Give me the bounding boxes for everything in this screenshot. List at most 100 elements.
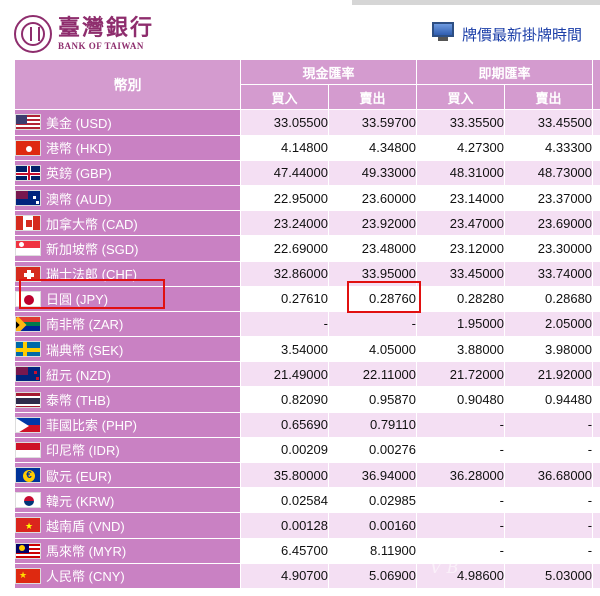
cash-sell-cell: 33.59700	[327, 109, 418, 136]
highlight-box-jpy-cash-sell	[347, 281, 421, 313]
spot-buy-cell: 0.90480	[416, 386, 506, 413]
table-row: 新加坡幣 (SGD) 22.69000 23.48000 23.12000 23.300…	[14, 235, 600, 262]
flag-gb-icon	[15, 164, 41, 181]
spot-sell-cell: 33.74000	[504, 260, 594, 287]
spot-buy-cell: 23.47000	[416, 210, 506, 237]
currency-cell: 澳幣 (AUD)	[14, 184, 241, 212]
spot-sell-cell: 4.33300	[504, 134, 594, 161]
overflow-cell	[592, 109, 600, 136]
overflow-cell	[592, 487, 600, 514]
table-row: 瑞典幣 (SEK) 3.54000 4.05000 3.88000 3.98000	[14, 336, 600, 363]
cash-sell-cell: 0.79110	[327, 411, 418, 438]
overflow-cell	[592, 461, 600, 489]
cash-sell-cell: 0.00276	[327, 436, 418, 464]
currency-name: 英鎊 (GBP)	[46, 166, 112, 182]
spot-buy-cell: -	[416, 436, 506, 464]
currency-cell: 加拿大幣 (CAD)	[14, 210, 241, 237]
top-scroll-strip	[352, 0, 600, 5]
spot-rate-header: 即期匯率	[416, 58, 594, 86]
spot-sell-cell: -	[504, 436, 594, 464]
spot-buy-cell: -	[416, 411, 506, 438]
latest-quote-time-link[interactable]: 牌價最新掛牌時間	[462, 24, 582, 45]
spot-buy-cell: 33.45000	[416, 260, 506, 287]
table-row: 印尼幣 (IDR) 0.00209 0.00276- -	[14, 436, 600, 464]
flag-ph-icon	[15, 416, 41, 433]
currency-cell: 英鎊 (GBP)	[14, 159, 241, 186]
currency-name: 歐元 (EUR)	[46, 468, 112, 484]
cash-sell-cell: 0.00160	[327, 512, 418, 539]
flag-au-icon	[15, 190, 41, 207]
overflow-cell	[592, 361, 600, 388]
currency-name: 越南盾 (VND)	[46, 518, 125, 534]
cash-buy-cell: 6.45700	[240, 537, 329, 564]
table-row: 紐元 (NZD) 21.49000 22.11000 21.72000 21.92000	[14, 361, 600, 388]
table-row: € 歐元 (EUR) 35.80000 36.94000 36.28000 36.6800…	[14, 461, 600, 489]
currency-name: 紐元 (NZD)	[46, 367, 111, 383]
table-row: 菲國比索 (PHP) 0.65690 0.79110- -	[14, 411, 600, 438]
monitor-icon[interactable]	[432, 22, 454, 42]
bank-logo[interactable]: 臺灣銀行 BANK OF TAIWAN	[14, 14, 154, 54]
overflow-cell	[592, 235, 600, 262]
watermark: V B	[430, 558, 459, 577]
overflow-cell	[592, 159, 600, 186]
cash-sell-header: 賣出	[327, 84, 418, 111]
cash-buy-header: 買入	[240, 84, 329, 111]
currency-name: 加拿大幣 (CAD)	[46, 216, 138, 232]
overflow-cell	[592, 512, 600, 539]
overflow-cell	[592, 310, 600, 338]
cash-sell-cell: 0.95870	[327, 386, 418, 413]
overflow-cell	[592, 134, 600, 161]
cash-buy-cell: 22.69000	[240, 235, 329, 262]
currency-cell: 美金 (USD)	[14, 109, 241, 136]
overflow-cell	[592, 210, 600, 237]
spot-buy-cell: 4.27300	[416, 134, 506, 161]
flag-hk-icon	[15, 139, 41, 156]
spot-sell-cell: 2.05000	[504, 310, 594, 338]
spot-buy-cell: 1.95000	[416, 310, 506, 338]
currency-cell: 泰幣 (THB)	[14, 386, 241, 413]
cash-sell-cell: -	[327, 310, 418, 338]
flag-za-icon	[15, 315, 41, 332]
table-row: ★ 人民幣 (CNY) 4.90700 5.06900 4.98600 5.03000	[14, 562, 600, 589]
currency-cell: € 歐元 (EUR)	[14, 461, 241, 489]
spot-sell-cell: 3.98000	[504, 336, 594, 363]
currency-name: 韓元 (KRW)	[46, 493, 115, 509]
flag-nz-icon	[15, 366, 41, 383]
spot-sell-cell: 0.94480	[504, 386, 594, 413]
spot-sell-cell: 33.45500	[504, 109, 594, 136]
table-row: 南非幣 (ZAR) - -1.95000 2.05000	[14, 310, 600, 338]
spot-buy-cell: 36.28000	[416, 461, 506, 489]
spot-sell-cell: 48.73000	[504, 159, 594, 186]
cash-rate-header: 現金匯率	[239, 58, 418, 86]
overflow-cell	[592, 260, 600, 287]
flag-id-icon	[15, 441, 41, 458]
overflow-cell	[592, 562, 600, 589]
flag-my-icon	[15, 542, 41, 559]
table-row: 加拿大幣 (CAD) 23.24000 23.92000 23.47000 23.690…	[14, 210, 600, 237]
cash-buy-cell: 23.24000	[240, 210, 329, 237]
currency-column-header: 幣別	[14, 58, 241, 111]
highlight-box-jpy-currency	[19, 279, 165, 309]
spot-buy-cell: 48.31000	[416, 159, 506, 186]
cash-sell-cell: 23.60000	[327, 184, 418, 212]
spot-sell-cell: -	[504, 411, 594, 438]
cash-sell-cell: 49.33000	[327, 159, 418, 186]
flag-eu-icon: €	[15, 467, 41, 484]
cash-buy-cell: 21.49000	[240, 361, 329, 388]
overflow-cell	[592, 436, 600, 464]
spot-buy-cell: 21.72000	[416, 361, 506, 388]
cash-sell-cell: 4.34800	[327, 134, 418, 161]
exchange-rate-table: 幣別 現金匯率 即期匯率 買入 賣出 買入 賣出 美金 (USD) 33.0550…	[14, 58, 600, 589]
overflow-cell	[592, 184, 600, 212]
spot-buy-cell: -	[416, 487, 506, 514]
cash-sell-cell: 36.94000	[327, 461, 418, 489]
cash-buy-cell: 3.54000	[240, 336, 329, 363]
currency-cell: ★ 人民幣 (CNY)	[14, 562, 241, 589]
cash-buy-cell: 0.65690	[240, 411, 329, 438]
currency-name: 馬來幣 (MYR)	[46, 544, 127, 560]
spot-sell-cell: 21.92000	[504, 361, 594, 388]
currency-name: 美金 (USD)	[46, 115, 112, 131]
bank-name-cn: 臺灣銀行	[58, 15, 155, 41]
table-row: 泰幣 (THB) 0.82090 0.95870 0.90480 0.94480	[14, 386, 600, 413]
spot-buy-cell: 23.14000	[416, 184, 506, 212]
